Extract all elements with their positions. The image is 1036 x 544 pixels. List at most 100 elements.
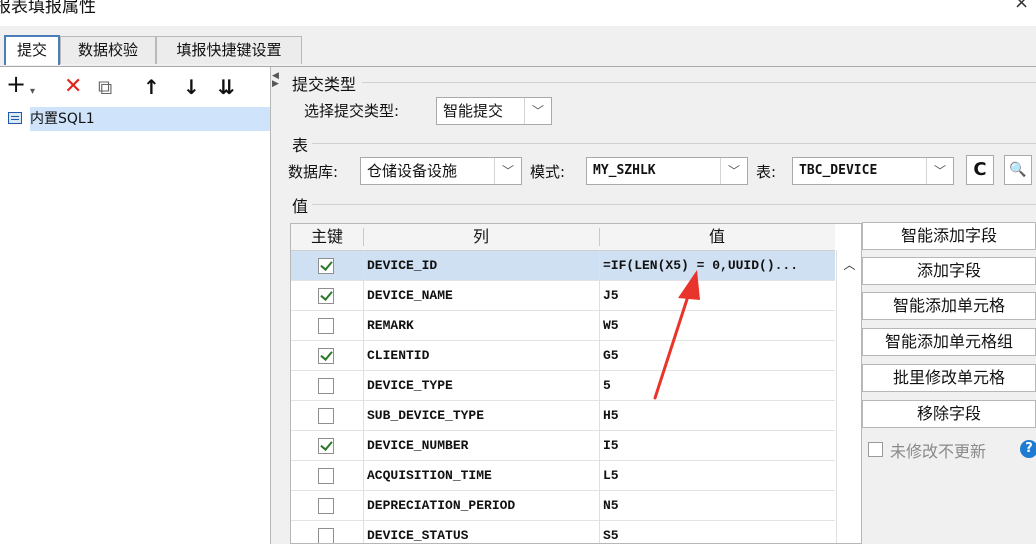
column-name-cell[interactable]: DEVICE_TYPE xyxy=(367,371,595,401)
primary-key-checkbox[interactable] xyxy=(318,468,334,484)
table-row[interactable]: SUB_DEVICE_TYPE H5 xyxy=(291,401,835,431)
column-name-cell[interactable]: SUB_DEVICE_TYPE xyxy=(367,401,595,431)
value-cell[interactable]: S5 xyxy=(603,521,833,543)
cell-divider xyxy=(599,461,600,491)
cell-divider xyxy=(363,491,364,521)
add-dropdown-icon[interactable]: ▾ xyxy=(30,81,35,103)
close-icon[interactable]: × xyxy=(1014,0,1029,13)
database-value: 仓储设备设施 xyxy=(367,162,458,180)
primary-key-checkbox[interactable] xyxy=(318,318,334,334)
value-cell[interactable]: =IF(LEN(X5) = 0,UUID()... xyxy=(603,251,833,281)
remove-field-button[interactable]: 移除字段 xyxy=(862,400,1036,428)
cell-divider xyxy=(599,281,600,311)
tab-data-validation[interactable]: 数据校验 xyxy=(60,36,156,64)
vertical-scrollbar[interactable]: ︿ xyxy=(836,250,861,543)
cell-divider xyxy=(599,371,600,401)
value-cell[interactable]: I5 xyxy=(603,431,833,461)
move-up-icon[interactable]: ↑ xyxy=(143,76,160,98)
cell-divider xyxy=(599,431,600,461)
table-row[interactable]: DEVICE_ID =IF(LEN(X5) = 0,UUID()... xyxy=(291,251,835,281)
cell-divider xyxy=(363,401,364,431)
move-down-icon[interactable]: ↓ xyxy=(183,76,200,98)
primary-key-checkbox[interactable] xyxy=(318,258,334,274)
help-icon[interactable]: ? xyxy=(1020,440,1036,458)
value-cell[interactable]: G5 xyxy=(603,341,833,371)
refresh-icon[interactable]: C xyxy=(966,155,994,185)
column-name-cell[interactable]: DEVICE_NAME xyxy=(367,281,595,311)
chevron-down-icon: ﹀ xyxy=(524,98,551,124)
primary-key-checkbox[interactable] xyxy=(318,438,334,454)
cell-divider xyxy=(599,491,600,521)
column-name-cell[interactable]: DEVICE_NUMBER xyxy=(367,431,595,461)
primary-key-checkbox[interactable] xyxy=(318,288,334,304)
database-select[interactable]: 仓储设备设施 ﹀ xyxy=(360,157,522,185)
chevron-down-icon: ﹀ xyxy=(494,158,521,184)
column-name-cell[interactable]: CLIENTID xyxy=(367,341,595,371)
delete-icon[interactable]: ✕ xyxy=(64,76,82,98)
column-name-cell[interactable]: ACQUISITION_TIME xyxy=(367,461,595,491)
primary-key-checkbox[interactable] xyxy=(318,378,334,394)
cell-divider xyxy=(363,461,364,491)
primary-key-checkbox[interactable] xyxy=(318,348,334,364)
table-row[interactable]: DEPRECIATION_PERIOD N5 xyxy=(291,491,835,521)
table-select[interactable]: TBC_DEVICE ﹀ xyxy=(792,157,954,185)
move-bottom-icon[interactable]: ⇊ xyxy=(218,76,235,98)
primary-key-checkbox[interactable] xyxy=(318,528,334,543)
batch-modify-cell-button[interactable]: 批里修改单元格 xyxy=(862,364,1036,392)
header-primary-key[interactable]: 主键 xyxy=(291,224,363,250)
cell-divider xyxy=(599,311,600,341)
table-row[interactable]: ACQUISITION_TIME L5 xyxy=(291,461,835,491)
submit-type-section-title: 提交类型 xyxy=(292,75,357,94)
table-header: 主键 列 值 xyxy=(291,224,835,251)
cell-divider xyxy=(599,251,600,281)
field-mapping-table: 主键 列 值 DEVICE_ID =IF(LEN(X5) = 0,UUID().… xyxy=(290,223,862,544)
submit-type-value: 智能提交 xyxy=(443,102,504,120)
copy-icon[interactable]: ⧉ xyxy=(98,76,112,98)
cell-divider xyxy=(363,251,364,281)
value-cell[interactable]: J5 xyxy=(603,281,833,311)
value-cell[interactable]: 5 xyxy=(603,371,833,401)
table-label: 表: xyxy=(756,163,777,181)
add-icon[interactable]: + xyxy=(6,72,26,96)
table-row[interactable]: DEVICE_TYPE 5 xyxy=(291,371,835,401)
title-bar: 报表填报属性 × xyxy=(0,0,1036,26)
column-name-cell[interactable]: DEVICE_ID xyxy=(367,251,595,281)
add-field-button[interactable]: 添加字段 xyxy=(862,257,1036,285)
tab-shortcut-settings[interactable]: 填报快捷键设置 xyxy=(156,36,302,64)
preview-icon[interactable]: 🔍 xyxy=(1004,155,1032,185)
table-row[interactable]: REMARK W5 xyxy=(291,311,835,341)
value-section-title: 值 xyxy=(292,197,309,216)
table-section-title: 表 xyxy=(292,136,309,155)
header-column[interactable]: 列 xyxy=(363,224,599,250)
mode-select[interactable]: MY_SZHLK ﹀ xyxy=(586,157,748,185)
smart-add-cell-button[interactable]: 智能添加单元格 xyxy=(862,292,1036,320)
submit-type-select[interactable]: 智能提交 ﹀ xyxy=(436,97,552,125)
value-cell[interactable]: W5 xyxy=(603,311,833,341)
column-name-cell[interactable]: DEVICE_STATUS xyxy=(367,521,595,543)
tree-item-sql1[interactable]: 内置SQL1 xyxy=(4,107,270,131)
smart-add-field-button[interactable]: 智能添加字段 xyxy=(862,222,1036,250)
value-cell[interactable]: L5 xyxy=(603,461,833,491)
table-row[interactable]: DEVICE_NAME J5 xyxy=(291,281,835,311)
left-pane: + ▾ ✕ ⧉ ↑ ↓ ⇊ 内置SQL1 xyxy=(0,67,271,544)
section-divider xyxy=(312,204,1036,205)
smart-add-cell-group-button[interactable]: 智能添加单元格组 xyxy=(862,328,1036,356)
table-row[interactable]: CLIENTID G5 xyxy=(291,341,835,371)
primary-key-checkbox[interactable] xyxy=(318,498,334,514)
primary-key-checkbox[interactable] xyxy=(318,408,334,424)
cell-divider xyxy=(363,371,364,401)
table-row[interactable]: DEVICE_NUMBER I5 xyxy=(291,431,835,461)
cell-divider xyxy=(599,341,600,371)
value-cell[interactable]: H5 xyxy=(603,401,833,431)
scroll-up-icon[interactable]: ︿ xyxy=(837,250,861,280)
section-divider xyxy=(362,82,1036,83)
column-name-cell[interactable]: DEPRECIATION_PERIOD xyxy=(367,491,595,521)
mode-label: 模式: xyxy=(530,163,566,181)
value-cell[interactable]: N5 xyxy=(603,491,833,521)
pane-splitter-handle[interactable]: ◀ ▶ xyxy=(272,72,279,112)
no-update-unmodified-checkbox[interactable] xyxy=(868,442,883,457)
header-value[interactable]: 值 xyxy=(599,224,835,250)
table-row[interactable]: DEVICE_STATUS S5 xyxy=(291,521,835,543)
tab-submit[interactable]: 提交 xyxy=(4,35,60,65)
column-name-cell[interactable]: REMARK xyxy=(367,311,595,341)
